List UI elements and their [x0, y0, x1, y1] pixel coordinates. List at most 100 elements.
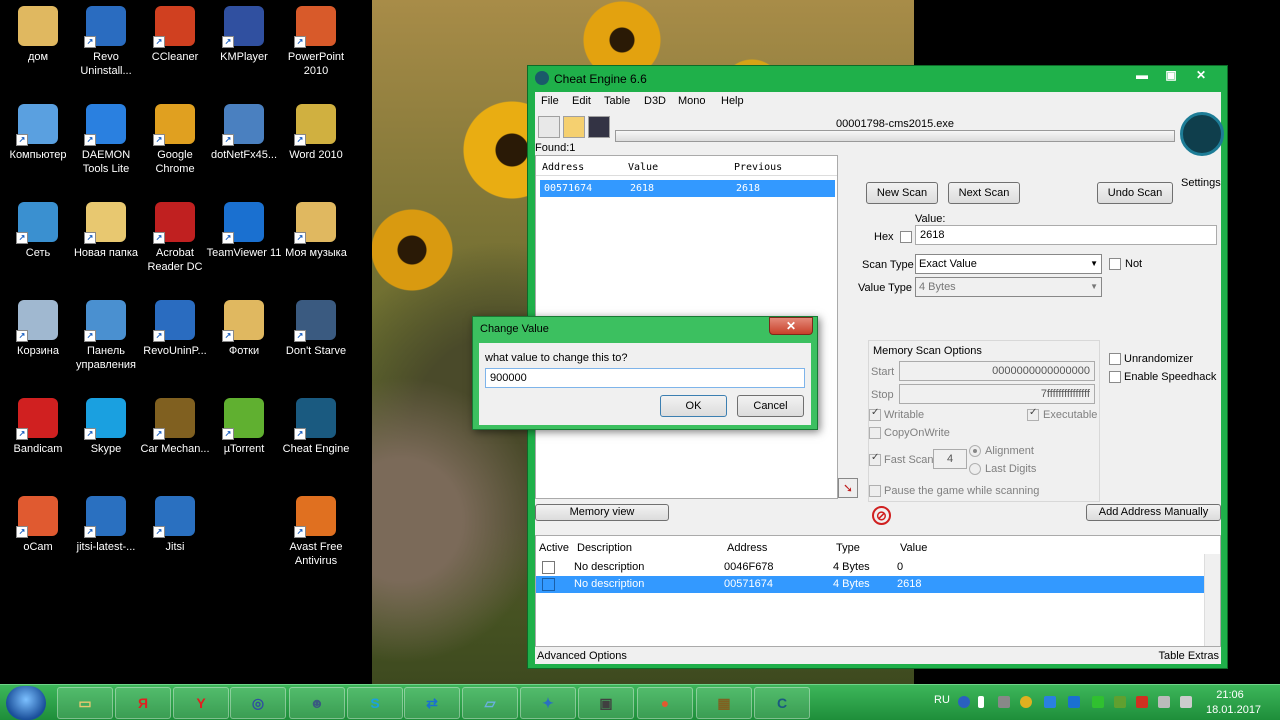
value-input[interactable]: 2618: [915, 225, 1217, 245]
network-status-icon[interactable]: [1158, 696, 1170, 708]
value-type-select[interactable]: 4 Bytes ▼: [915, 277, 1102, 297]
ocam-icon[interactable]: ●: [637, 687, 693, 719]
menu-table[interactable]: Table: [604, 95, 630, 107]
stop-address-input[interactable]: 7fffffffffffffff: [899, 384, 1095, 404]
desktop-icon[interactable]: ↗ Don't Starve: [278, 294, 354, 384]
not-checkbox[interactable]: [1109, 258, 1121, 270]
dialog-close-button[interactable]: ✕: [769, 317, 813, 335]
desktop-icon[interactable]: ↗ Jitsi: [137, 490, 213, 580]
start-button[interactable]: [6, 686, 46, 720]
col-address[interactable]: Address: [727, 542, 767, 554]
cheat-engine-logo-icon[interactable]: [1180, 112, 1224, 156]
desktop-icon[interactable]: ↗ Компьютер: [0, 98, 76, 188]
notebook-icon[interactable]: ▱: [462, 687, 518, 719]
help-icon[interactable]: [958, 696, 970, 708]
col-value[interactable]: Value: [900, 542, 927, 554]
language-indicator[interactable]: RU: [934, 694, 950, 706]
teamviewer-icon[interactable]: ⇄: [404, 687, 460, 719]
executable-checkbox[interactable]: [1027, 407, 1039, 421]
new-scan-button[interactable]: New Scan: [866, 182, 938, 204]
fast-scan-checkbox[interactable]: [869, 452, 881, 466]
maximize-button[interactable]: ▣: [1158, 66, 1184, 84]
address-list[interactable]: Active Description Address Type Value No…: [535, 535, 1221, 647]
desktop-icon[interactable]: ↗ dotNetFx45...: [206, 98, 282, 188]
advanced-options-link[interactable]: Advanced Options: [537, 650, 627, 662]
desktop-icon[interactable]: ↗ RevoUninP...: [137, 294, 213, 384]
explorer-icon[interactable]: ▭: [57, 687, 113, 719]
address-list-scrollbar[interactable]: [1204, 554, 1220, 646]
window-titlebar[interactable]: Cheat Engine 6.6 ▬ ▣ ✕: [528, 66, 1227, 92]
close-button[interactable]: ✕: [1186, 66, 1216, 84]
screen-icon[interactable]: ▣: [578, 687, 634, 719]
save-icon[interactable]: [588, 116, 610, 138]
menu-help[interactable]: Help: [721, 95, 744, 107]
speaker-icon[interactable]: [998, 696, 1010, 708]
teamviewer-tray-icon[interactable]: [1044, 696, 1056, 708]
kmplayer-icon[interactable]: ◎: [230, 687, 286, 719]
col-value[interactable]: Value: [628, 162, 658, 173]
table-extras-link[interactable]: Table Extras: [1158, 650, 1219, 662]
desktop-icon[interactable]: ↗ jitsi-latest-...: [68, 490, 144, 580]
desktop-icon[interactable]: ↗ Acrobat Reader DC: [137, 196, 213, 286]
desktop-icon[interactable]: ↗ Моя музыка: [278, 196, 354, 286]
col-active[interactable]: Active: [539, 542, 569, 554]
desktop-icon[interactable]: ↗ Revo Uninstall...: [68, 0, 144, 90]
desktop-icon[interactable]: [206, 490, 282, 580]
desktop-icon[interactable]: дом: [0, 0, 76, 90]
col-type[interactable]: Type: [836, 542, 860, 554]
desktop-icon[interactable]: ↗ Панель управления: [68, 294, 144, 384]
undo-scan-button[interactable]: Undo Scan: [1097, 182, 1173, 204]
skype-icon[interactable]: S: [347, 687, 403, 719]
network-tray-icon[interactable]: [1068, 696, 1080, 708]
active-checkbox[interactable]: [542, 561, 555, 574]
jitsi-icon[interactable]: ✦: [520, 687, 576, 719]
table-row[interactable]: No description 00571674 4 Bytes 2618: [536, 576, 1204, 593]
col-description[interactable]: Description: [577, 542, 632, 554]
next-scan-button[interactable]: Next Scan: [948, 182, 1020, 204]
desktop-icon[interactable]: ↗ TeamViewer 11: [206, 196, 282, 286]
col-address[interactable]: Address: [542, 162, 584, 173]
last-digits-radio[interactable]: [969, 463, 981, 475]
desktop-icon[interactable]: ↗ Фотки: [206, 294, 282, 384]
desktop-icon[interactable]: ↗ Google Chrome: [137, 98, 213, 188]
desktop-icon[interactable]: ↗ oCam: [0, 490, 76, 580]
menu-mono[interactable]: Mono: [678, 95, 706, 107]
col-previous[interactable]: Previous: [734, 162, 782, 173]
clear-list-icon[interactable]: ⊘: [872, 506, 891, 525]
desktop-icon[interactable]: ↗ Car Mechan...: [137, 392, 213, 482]
cancel-button[interactable]: Cancel: [737, 395, 804, 417]
desktop-icon[interactable]: ↗ PowerPoint 2010: [278, 0, 354, 90]
memory-view-button[interactable]: Memory view: [535, 504, 669, 521]
arrow-icon[interactable]: [978, 696, 984, 708]
add-address-manually-button[interactable]: Add Address Manually: [1086, 504, 1221, 521]
copy-to-list-arrow-icon[interactable]: ➘: [838, 478, 858, 498]
table-row[interactable]: No description 0046F678 4 Bytes 0: [536, 559, 1204, 576]
clock-time[interactable]: 21:06: [1210, 689, 1250, 701]
flag-tray-icon[interactable]: [1136, 696, 1148, 708]
speedhack-checkbox[interactable]: [1109, 371, 1121, 383]
avast-tray-icon[interactable]: [1020, 696, 1032, 708]
open-process-icon[interactable]: [538, 116, 560, 138]
desktop-icon[interactable]: ↗ Avast Free Antivirus: [278, 490, 354, 580]
hex-checkbox[interactable]: [900, 231, 912, 243]
dont-starve-icon[interactable]: ☻: [289, 687, 345, 719]
pause-game-checkbox[interactable]: [869, 485, 881, 497]
menu-file[interactable]: File: [541, 95, 559, 107]
start-address-input[interactable]: 0000000000000000: [899, 361, 1095, 381]
unrandomizer-checkbox[interactable]: [1109, 353, 1121, 365]
menu-d3d[interactable]: D3D: [644, 95, 666, 107]
desktop-icon[interactable]: ↗ CCleaner: [137, 0, 213, 90]
writable-checkbox[interactable]: [869, 407, 881, 421]
active-checkbox[interactable]: [542, 578, 555, 591]
desktop-icon[interactable]: ↗ Сеть: [0, 196, 76, 286]
volume-icon[interactable]: [1180, 696, 1192, 708]
yandex-browser-icon[interactable]: Y: [173, 687, 229, 719]
open-file-icon[interactable]: [563, 116, 585, 138]
new-value-input[interactable]: 900000: [485, 368, 805, 388]
fast-scan-alignment-input[interactable]: 4: [933, 449, 967, 469]
yandex-icon[interactable]: Я: [115, 687, 171, 719]
alignment-radio[interactable]: [969, 445, 981, 457]
desktop-icon[interactable]: ↗ Word 2010: [278, 98, 354, 188]
desktop-icon[interactable]: ↗ Skype: [68, 392, 144, 482]
clock-date[interactable]: 18.01.2017: [1206, 704, 1261, 716]
